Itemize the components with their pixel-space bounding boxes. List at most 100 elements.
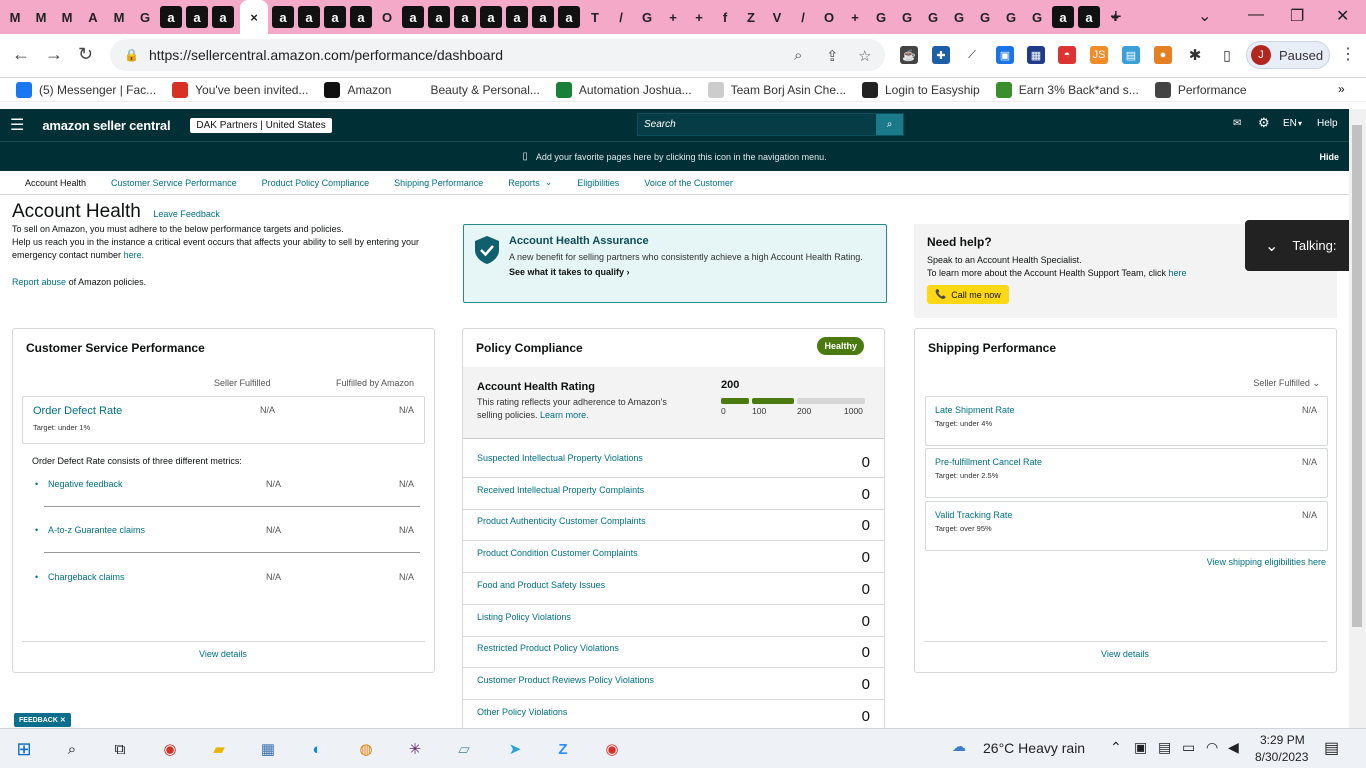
shipping-eligibilities-link[interactable]: View shipping eligibilities here [1207,557,1326,567]
volume-icon[interactable]: ◀ [1228,739,1239,756]
scrollbar-thumb[interactable] [1352,125,1362,627]
feedback-button[interactable]: FEEDBACK ✕ [14,713,71,727]
pokeball-icon[interactable]: ◓ [1058,46,1076,64]
emergency-contact-link[interactable]: here. [124,250,145,260]
browser-tab[interactable]: a [298,6,320,28]
puzzle-icon[interactable]: ✱ [1186,46,1204,64]
extension-icon[interactable]: ⟋ [963,46,981,64]
browser-tab[interactable]: a [506,6,528,28]
browser-tab[interactable]: / [610,6,632,28]
qualify-link[interactable]: See what it takes to qualify › [509,266,874,278]
order-defect-rate-link[interactable]: Order Defect Rate [33,405,122,417]
browser-tab[interactable]: G [1000,6,1022,28]
browser-tab[interactable]: G [1026,6,1048,28]
browser-tab[interactable]: G [134,6,156,28]
extension-fba-icon[interactable]: ▤ [1122,46,1140,64]
policy-link[interactable]: Customer Product Reviews Policy Violatio… [477,675,654,685]
gear-icon[interactable]: ⚙ [1258,115,1270,131]
browser-tab[interactable]: + [662,6,684,28]
menu-icon[interactable]: ⋮ [1340,44,1356,64]
policy-link[interactable]: Listing Policy Violations [477,612,571,622]
browser-tab[interactable]: G [922,6,944,28]
extension-icon[interactable]: ● [1154,46,1172,64]
call-me-now-button[interactable]: 📞 Call me now [927,285,1009,304]
seller-central-logo[interactable]: amazon seller central [42,118,170,133]
telegram-icon[interactable]: ➤ [503,737,527,761]
browser-tab[interactable]: O [376,6,398,28]
sidebar-icon[interactable]: ▯ [1218,46,1236,64]
bookmark-item[interactable]: Automation Joshua... [555,81,692,98]
browser-tab[interactable]: + [688,6,710,28]
tab-search-icon[interactable]: ⌄ [1198,6,1211,26]
browser-tab[interactable]: M [56,6,78,28]
browser-tab[interactable]: a [1052,6,1074,28]
windows-start-icon[interactable]: ⊞ [12,737,36,761]
browser-tab[interactable]: a [212,6,234,28]
view-details-link[interactable]: View details [199,649,247,659]
battery-icon[interactable]: ▭ [1182,739,1195,756]
browser-tab[interactable]: O [818,6,840,28]
reload-icon[interactable]: ↻ [78,44,93,65]
search-input[interactable]: Search ⌕ [637,113,904,136]
browser-tab[interactable]: a [272,6,294,28]
bookmark-item[interactable]: Earn 3% Back*and s... [995,81,1139,98]
browser-tab[interactable]: G [896,6,918,28]
task-view-icon[interactable]: ⧉ [108,737,132,761]
policy-link[interactable]: Restricted Product Policy Violations [477,643,619,653]
search-icon[interactable]: ⌕ [876,114,903,135]
browser-tab[interactable]: a [402,6,424,28]
browser-tab[interactable]: M [30,6,52,28]
account-switcher[interactable]: DAK Partners | United States [190,117,332,133]
fulfillment-select[interactable]: Seller Fulfilled ⌄ [1253,378,1320,389]
tab-shipping-performance[interactable]: Shipping Performance [394,178,483,188]
report-abuse-link[interactable]: Report abuse [12,277,66,287]
tab-customer-service-performance[interactable]: Customer Service Performance [111,178,237,188]
maximize-button[interactable]: ❐ [1290,6,1304,26]
forward-icon[interactable]: → [45,44,63,65]
app-icon[interactable]: ▦ [256,737,280,761]
file-explorer-icon[interactable]: ▰ [207,737,231,761]
policy-link[interactable]: Other Policy Violations [477,707,567,717]
browser-tab[interactable]: a [1078,6,1100,28]
bookmark-item[interactable]: Performance [1154,81,1247,98]
zoom-icon[interactable]: Z [551,737,575,761]
talking-widget[interactable]: ⌄ Talking: [1245,220,1366,271]
bookmark-item[interactable]: Team Borj Asin Che... [707,81,846,98]
bookmark-item[interactable]: Login to Easyship [862,81,980,98]
browser-tab[interactable]: M [4,6,26,28]
support-team-link[interactable]: here [1168,268,1186,278]
view-details-link[interactable]: View details [1101,649,1149,659]
extension-off-icon[interactable]: ☕ [900,46,918,64]
extension-icon[interactable]: ▦ [1027,46,1045,64]
tab-eligibilities[interactable]: Eligibilities [577,178,619,188]
share-icon[interactable]: ⇪ [826,47,839,65]
clock-time[interactable]: 3:29 PM [1260,733,1305,747]
search-icon[interactable]: ⌕ [60,737,84,761]
policy-link[interactable]: Product Authenticity Customer Complaints [477,516,646,526]
browser-tab[interactable]: a [186,6,208,28]
tray-icon[interactable]: ▣ [1134,739,1147,756]
metric-link[interactable]: Negative feedback [48,479,123,489]
policy-link[interactable]: Product Condition Customer Complaints [477,548,638,558]
browser-tab[interactable]: G [948,6,970,28]
minimize-button[interactable]: — [1248,6,1264,24]
policy-link[interactable]: Suspected Intellectual Property Violatio… [477,453,643,463]
vpn-icon[interactable]: ◍ [354,737,378,761]
browser-tab[interactable]: Z [740,6,762,28]
policy-link[interactable]: Received Intellectual Property Complaint… [477,485,644,495]
mail-icon[interactable]: ✉ [1233,118,1241,129]
app-icon[interactable]: ▱ [452,737,476,761]
metric-link[interactable]: Chargeback claims [48,572,125,582]
bookmark-item[interactable]: (5) Messenger | Fac... [16,81,156,98]
chrome-icon[interactable]: ◉ [158,737,182,761]
browser-tab[interactable]: a [350,6,372,28]
hide-button[interactable]: Hide [1319,152,1339,162]
slack-icon[interactable]: ✳ [403,737,427,761]
edge-icon[interactable]: ◐ [305,737,329,761]
tab-account-health[interactable]: Account Health [25,178,86,188]
browser-tab[interactable]: G [636,6,658,28]
language-select[interactable]: EN [1283,118,1297,129]
browser-tab[interactable]: G [974,6,996,28]
browser-tab[interactable]: a [324,6,346,28]
tab-reports[interactable]: Reports [508,178,540,188]
